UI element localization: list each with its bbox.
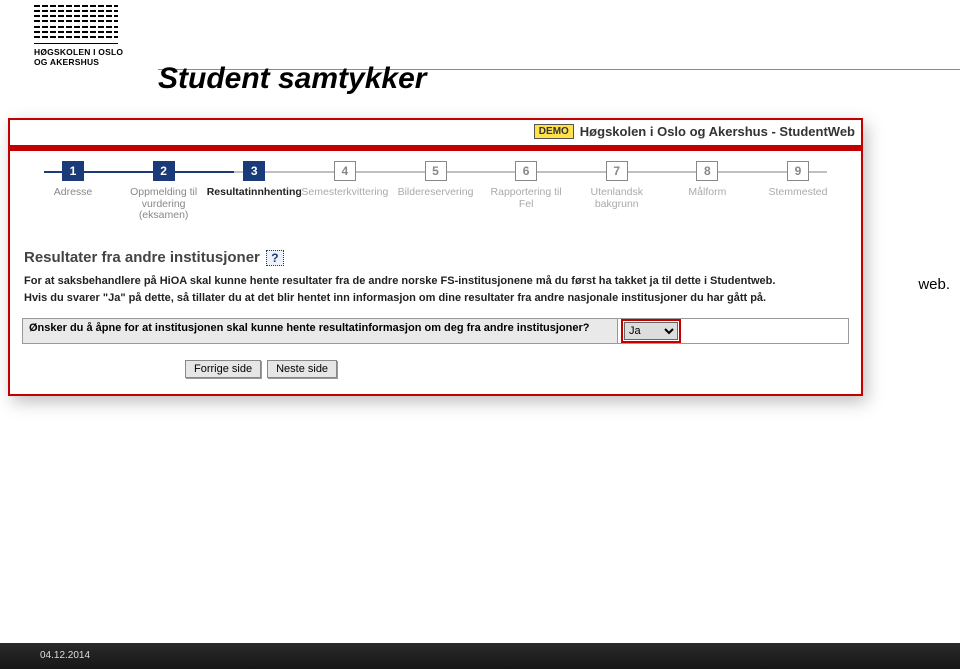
step-number: 5	[425, 161, 447, 181]
prev-page-button[interactable]: Forrige side	[185, 360, 261, 378]
section-title-row: Resultater fra andre institusjoner ?	[24, 249, 861, 266]
brand-band	[10, 145, 861, 151]
step-5[interactable]: 5 Bildereservering	[393, 161, 479, 222]
step-label: Stemmested	[769, 187, 828, 199]
consent-question-row: Ønsker du å åpne for at institusjonen sk…	[22, 318, 849, 344]
footer-date: 04.12.2014	[0, 643, 960, 661]
step-7[interactable]: 7 Utenlandsk bakgrunn	[574, 161, 660, 222]
overlay-header: DEMO Høgskolen i Oslo og Akershus - Stud…	[10, 120, 861, 141]
slide-footer: 04.12.2014	[0, 643, 960, 669]
stepper: 1 Adresse 2 Oppmelding til vurdering (eksam…	[10, 161, 861, 219]
background-fragment-text: web.	[918, 276, 950, 293]
step-label: Målform	[688, 187, 726, 199]
step-label: Utenlandsk bakgrunn	[574, 187, 660, 210]
step-label: Semesterkvittering	[301, 187, 388, 199]
step-1[interactable]: 1 Adresse	[30, 161, 116, 222]
step-number: 7	[606, 161, 628, 181]
step-label: Bildereservering	[398, 187, 474, 199]
step-label: Resultatinnhenting	[207, 187, 302, 199]
step-6[interactable]: 6 Rapportering til Fel	[483, 161, 569, 222]
demo-badge: DEMO	[534, 124, 574, 139]
consent-select[interactable]: Ja	[624, 322, 678, 340]
consent-answer-cell: Ja	[618, 319, 848, 343]
step-4[interactable]: 4 Semesterkvittering	[302, 161, 388, 222]
step-number: 1	[62, 161, 84, 181]
info-text: For at saksbehandlere på HiOA skal kunne…	[10, 274, 861, 306]
logo-text: HØGSKOLEN I OSLO OG AKERSHUS	[34, 48, 124, 68]
info-line-2: Hvis du svarer "Ja" på dette, så tillate…	[24, 291, 847, 306]
next-page-button[interactable]: Neste side	[267, 360, 337, 378]
institution-logo: HØGSKOLEN I OSLO OG AKERSHUS	[34, 4, 124, 68]
step-number: 9	[787, 161, 809, 181]
step-label: Adresse	[54, 187, 93, 199]
step-number: 2	[153, 161, 175, 181]
info-line-1: For at saksbehandlere på HiOA skal kunne…	[24, 274, 847, 289]
consent-question-text: Ønsker du å åpne for at institusjonen sk…	[23, 319, 618, 343]
nav-buttons: Forrige side Neste side	[185, 360, 861, 378]
page-title: Student samtykker	[158, 62, 426, 96]
logo-graphic	[34, 4, 118, 44]
step-number: 4	[334, 161, 356, 181]
section-title: Resultater fra andre institusjoner	[24, 249, 260, 266]
studentweb-overlay: DEMO Høgskolen i Oslo og Akershus - Stud…	[8, 118, 863, 396]
step-label: Oppmelding til vurdering (eksamen)	[121, 187, 207, 222]
step-9[interactable]: 9 Stemmested	[755, 161, 841, 222]
step-3[interactable]: 3Resultatinnhenting	[211, 161, 297, 222]
step-label: Rapportering til Fel	[483, 187, 569, 210]
step-8[interactable]: 8 Målform	[664, 161, 750, 222]
step-number: 6	[515, 161, 537, 181]
step-number: 3	[243, 161, 265, 181]
step-2[interactable]: 2 Oppmelding til vurdering (eksamen)	[121, 161, 207, 222]
app-title: Høgskolen i Oslo og Akershus - StudentWe…	[580, 124, 855, 139]
step-number: 8	[696, 161, 718, 181]
consent-select-highlight: Ja	[621, 319, 681, 343]
help-icon[interactable]: ?	[266, 250, 284, 266]
